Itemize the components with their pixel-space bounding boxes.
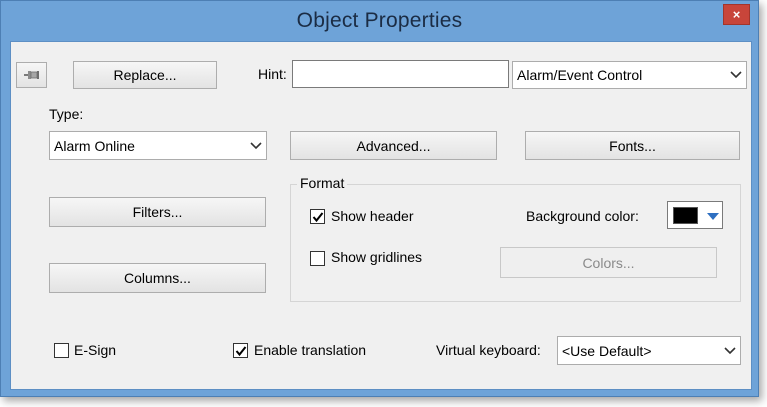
enable-translation-checkbox[interactable] <box>233 343 248 358</box>
close-button[interactable]: × <box>723 4 750 25</box>
enable-translation-label[interactable]: Enable translation <box>254 342 366 358</box>
show-header-checkbox[interactable] <box>310 209 325 224</box>
replace-button[interactable]: Replace... <box>73 61 217 89</box>
format-group-title: Format <box>297 175 348 191</box>
hint-label: Hint: <box>258 66 287 82</box>
window-title: Object Properties <box>296 9 463 32</box>
show-gridlines-checkbox[interactable] <box>310 251 325 266</box>
checkmark-icon <box>235 345 246 356</box>
object-type-value: Alarm/Event Control <box>517 67 643 83</box>
close-icon: × <box>732 7 741 22</box>
pin-button[interactable] <box>16 62 47 88</box>
fonts-button[interactable]: Fonts... <box>525 131 740 160</box>
replace-button-label: Replace... <box>113 67 177 83</box>
title-bar[interactable]: Object Properties × <box>1 1 758 41</box>
columns-button[interactable]: Columns... <box>49 263 266 293</box>
filters-button[interactable]: Filters... <box>49 197 266 227</box>
checkmark-icon <box>312 211 323 222</box>
chevron-down-icon <box>246 132 266 159</box>
object-properties-window: Object Properties × Replace... Hint: Ala… <box>0 0 759 397</box>
virtual-keyboard-value: <Use Default> <box>562 342 652 359</box>
fonts-button-label: Fonts... <box>609 137 656 154</box>
columns-button-label: Columns... <box>124 270 191 286</box>
background-color-picker[interactable] <box>667 201 723 229</box>
type-select[interactable]: Alarm Online <box>49 131 267 160</box>
dropdown-arrow-icon <box>707 213 719 220</box>
colors-button: Colors... <box>500 247 717 278</box>
advanced-button[interactable]: Advanced... <box>290 131 497 160</box>
filters-button-label: Filters... <box>132 204 183 220</box>
type-value: Alarm Online <box>54 137 135 154</box>
virtual-keyboard-select[interactable]: <Use Default> <box>557 336 741 365</box>
type-label: Type: <box>49 106 84 122</box>
colors-button-label: Colors... <box>582 254 635 271</box>
object-type-select[interactable]: Alarm/Event Control <box>512 61 747 89</box>
pushpin-icon <box>23 71 39 79</box>
esign-checkbox[interactable] <box>54 343 69 358</box>
advanced-button-label: Advanced... <box>356 137 431 154</box>
dialog-client-area: Replace... Hint: Alarm/Event Control Typ… <box>10 41 752 390</box>
chevron-down-icon <box>720 337 740 364</box>
background-color-label: Background color: <box>526 208 639 224</box>
chevron-down-icon <box>726 62 746 88</box>
hint-input[interactable] <box>292 60 509 88</box>
show-header-label[interactable]: Show header <box>331 208 414 224</box>
virtual-keyboard-label: Virtual keyboard: <box>436 342 541 358</box>
esign-label[interactable]: E-Sign <box>74 342 116 358</box>
show-gridlines-label[interactable]: Show gridlines <box>331 249 422 265</box>
color-swatch <box>673 207 698 224</box>
